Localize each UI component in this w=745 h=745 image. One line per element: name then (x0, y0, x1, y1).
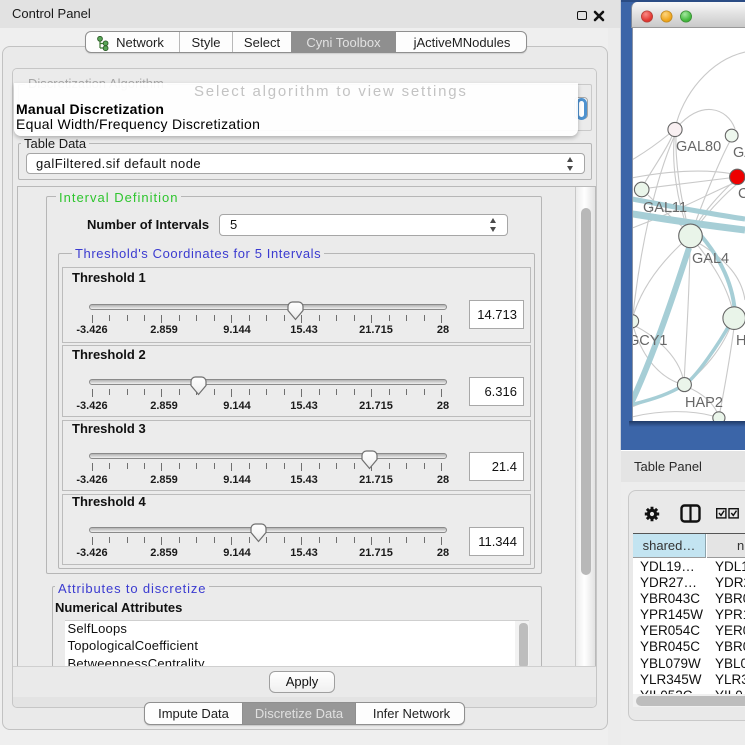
svg-text:GA: GA (733, 145, 745, 161)
svg-text:H: H (736, 333, 745, 349)
svg-text:GAL80: GAL80 (676, 139, 721, 155)
svg-text:GCY1: GCY1 (633, 333, 668, 349)
svg-text:GAL11: GAL11 (643, 200, 687, 216)
svg-text:C: C (738, 186, 745, 202)
svg-text:GAL4: GAL4 (692, 251, 729, 267)
svg-text:HAP2: HAP2 (685, 395, 723, 411)
